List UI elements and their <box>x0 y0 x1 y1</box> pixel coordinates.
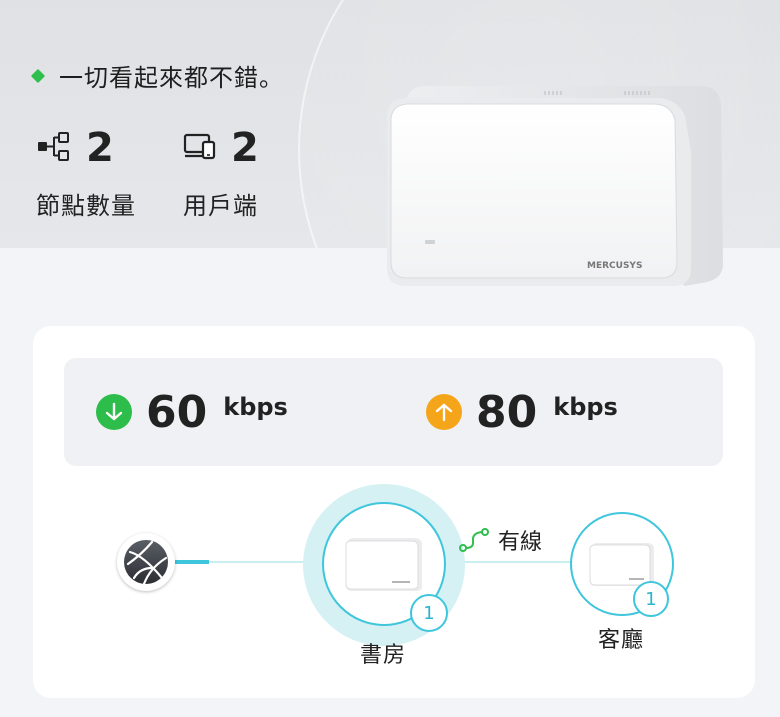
download-speed: 60 kbps <box>96 386 288 438</box>
nodes-stat[interactable]: 2 節點數量 <box>36 126 136 221</box>
arrow-down-icon <box>96 394 132 430</box>
router-image: MERCUSYS <box>385 80 725 292</box>
brand-logo: MERCUSYS <box>587 261 642 271</box>
internet-link <box>173 560 209 564</box>
main-node-client-count: 1 <box>410 594 448 632</box>
satellite-node-label: 客廳 <box>598 628 645 653</box>
link-type-label: 有線 <box>498 530 543 555</box>
nodes-label: 節點數量 <box>36 192 136 220</box>
network-card: 60 kbps 80 kbps 1 書房 有線 1 客廳 <box>33 326 755 698</box>
upload-speed: 80 kbps <box>426 386 618 438</box>
clients-stat[interactable]: 2 用戶端 <box>183 126 259 221</box>
router-icon <box>345 538 422 591</box>
upload-value: 80 <box>476 386 538 438</box>
main-node-label: 書房 <box>360 643 407 668</box>
nodes-count: 2 <box>86 125 114 171</box>
network-nodes-icon <box>36 131 72 165</box>
speed-panel: 60 kbps 80 kbps <box>64 358 723 466</box>
link-type: 有線 <box>458 524 542 556</box>
internet-node[interactable] <box>117 533 175 591</box>
upload-unit: kbps <box>553 393 618 421</box>
clients-label: 用戶端 <box>183 192 258 220</box>
devices-icon <box>183 131 217 165</box>
globe-icon <box>124 540 168 586</box>
arrow-up-icon <box>426 394 462 430</box>
download-unit: kbps <box>223 393 288 421</box>
status-ok-icon <box>30 68 46 83</box>
status-text: 一切看起來都不錯。 <box>59 64 284 92</box>
download-value: 60 <box>146 386 208 438</box>
wired-link-icon <box>459 528 489 552</box>
topology-map: 1 書房 有線 1 客廳 <box>33 476 755 698</box>
network-status: 一切看起來都不錯。 <box>30 58 284 93</box>
clients-count: 2 <box>231 125 259 171</box>
satellite-node-client-count: 1 <box>633 581 669 617</box>
